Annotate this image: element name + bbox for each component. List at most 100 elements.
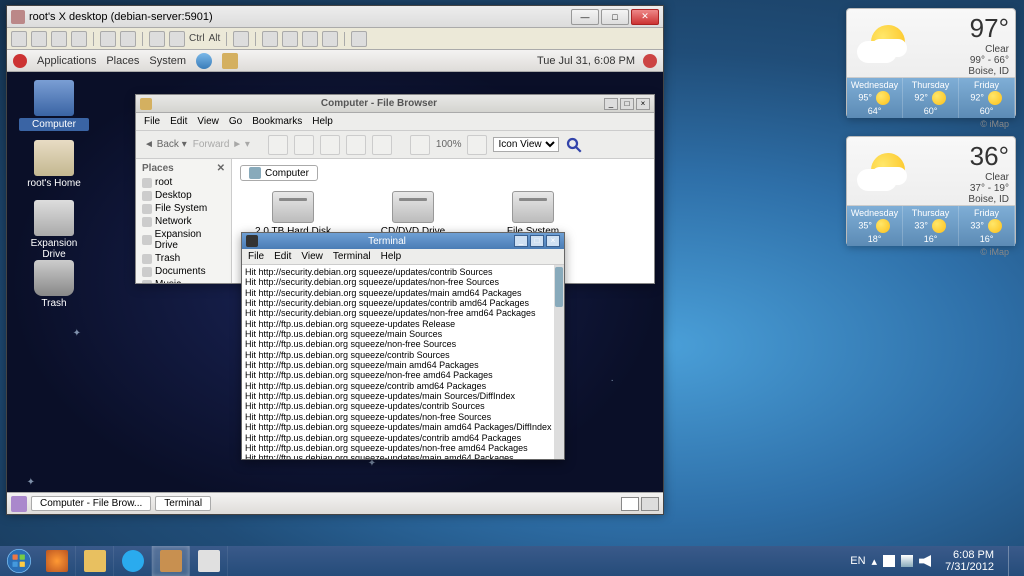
browser-icon[interactable]	[196, 53, 212, 69]
gnome-bottom-panel[interactable]: Computer - File Brow... Terminal	[7, 492, 663, 514]
terminal-titlebar[interactable]: Terminal _ □ ×	[242, 233, 564, 249]
menu-help[interactable]: Help	[381, 251, 402, 262]
home-icon[interactable]	[346, 135, 366, 155]
menu-view[interactable]: View	[197, 116, 219, 127]
maximize-button[interactable]: □	[601, 9, 629, 25]
sidebar-item[interactable]: root	[138, 176, 229, 189]
back-button[interactable]: ◄ Back ▾	[144, 139, 187, 150]
desktop-icon-home[interactable]: root's Home	[19, 140, 89, 189]
sidebar-item[interactable]: Network	[138, 215, 229, 228]
zoom-out-icon[interactable]	[410, 135, 430, 155]
forward-button[interactable]: Forward ► ▾	[193, 139, 250, 150]
sidebar-item[interactable]: Documents	[138, 265, 229, 278]
close-button[interactable]: ×	[636, 98, 650, 110]
vnc-tool-info[interactable]	[71, 31, 87, 47]
file-browser-sidebar[interactable]: Places✕ rootDesktopFile SystemNetworkExp…	[136, 159, 232, 283]
taskbar-item-filebrowser[interactable]: Computer - File Brow...	[31, 496, 151, 511]
workspace-1[interactable]	[621, 497, 639, 511]
fullscreen-icon[interactable]	[351, 31, 367, 47]
minimize-button[interactable]: _	[604, 98, 618, 110]
zoom-in-icon[interactable]	[467, 135, 487, 155]
menu-bookmarks[interactable]: Bookmarks	[252, 116, 302, 127]
menu-applications[interactable]: Applications	[37, 55, 96, 67]
windows-taskbar[interactable]: EN ▴ 6:08 PM 7/31/2012	[0, 546, 1024, 576]
minimize-button[interactable]: —	[571, 9, 599, 25]
menu-file[interactable]: File	[248, 251, 264, 262]
sidebar-item[interactable]: Expansion Drive	[138, 228, 229, 252]
search-icon[interactable]	[565, 136, 583, 154]
close-button[interactable]: ✕	[631, 9, 659, 25]
scrollbar[interactable]	[554, 265, 564, 459]
gnome-clock[interactable]: Tue Jul 31, 6:08 PM	[537, 55, 635, 67]
vnc-tool-options[interactable]	[51, 31, 67, 47]
tray-action-center-icon[interactable]	[883, 555, 895, 567]
file-browser-titlebar[interactable]: Computer - File Browser _ □ ×	[136, 95, 654, 113]
vnc-ctrl-label[interactable]: Ctrl	[189, 33, 205, 44]
menu-edit[interactable]: Edit	[274, 251, 291, 262]
weather-gadget-2[interactable]: 36° Clear 37° - 19° Boise, ID Wednesday3…	[846, 136, 1016, 246]
vnc-titlebar[interactable]: root's X desktop (debian-server:5901) — …	[7, 6, 663, 28]
vnc-tool-ftp[interactable]	[233, 31, 249, 47]
show-desktop-button[interactable]	[1008, 546, 1018, 576]
vnc-tool-new[interactable]	[11, 31, 27, 47]
menu-places[interactable]: Places	[106, 55, 139, 67]
taskbar-pinned-firefox[interactable]	[38, 546, 76, 576]
tray-lang[interactable]: EN	[850, 555, 865, 567]
sidebar-item[interactable]: Trash	[138, 252, 229, 265]
taskbar-running-vnc[interactable]	[152, 546, 190, 576]
zoom-in-icon[interactable]	[262, 31, 278, 47]
view-mode-select[interactable]: Icon View	[493, 137, 559, 152]
taskbar-pinned-paint[interactable]	[190, 546, 228, 576]
stop-icon[interactable]	[294, 135, 314, 155]
menu-system[interactable]: System	[149, 55, 186, 67]
zoom-actual-icon[interactable]	[322, 31, 338, 47]
vnc-tool-cad[interactable]	[149, 31, 165, 47]
reload-icon[interactable]	[320, 135, 340, 155]
tray-up-icon[interactable]: ▴	[872, 555, 878, 568]
maximize-button[interactable]: □	[530, 235, 544, 247]
vnc-tool-pause[interactable]	[100, 31, 116, 47]
vnc-tool-refresh[interactable]	[120, 31, 136, 47]
terminal-window[interactable]: Terminal _ □ × File Edit View Terminal H…	[241, 232, 565, 460]
maximize-button[interactable]: □	[620, 98, 634, 110]
menu-view[interactable]: View	[301, 251, 323, 262]
app-launcher-icon[interactable]	[222, 53, 238, 69]
sidebar-item[interactable]: Desktop	[138, 189, 229, 202]
menu-terminal[interactable]: Terminal	[333, 251, 371, 262]
terminal-output[interactable]: Hit http://security.debian.org squeeze/u…	[242, 265, 564, 459]
weather-gadget-1[interactable]: 97° Clear 99° - 66° Boise, ID Wednesday9…	[846, 8, 1016, 118]
location-button[interactable]: Computer	[240, 165, 318, 181]
vnc-tool-key[interactable]	[169, 31, 185, 47]
remote-desktop[interactable]: ✦✦·✦✦· Applications Places System Tue Ju…	[7, 50, 663, 514]
debian-icon[interactable]	[13, 54, 27, 68]
tray-network-icon[interactable]	[901, 555, 913, 567]
start-button[interactable]	[0, 546, 38, 576]
up-icon[interactable]	[268, 135, 288, 155]
zoom-out-icon[interactable]	[282, 31, 298, 47]
vnc-alt-label[interactable]: Alt	[209, 33, 221, 44]
tray-volume-icon[interactable]	[919, 555, 931, 567]
gnome-top-panel[interactable]: Applications Places System Tue Jul 31, 6…	[7, 50, 663, 72]
vnc-window[interactable]: root's X desktop (debian-server:5901) — …	[6, 5, 664, 515]
taskbar-clock[interactable]: 6:08 PM 7/31/2012	[937, 549, 1002, 573]
minimize-button[interactable]: _	[514, 235, 528, 247]
close-button[interactable]: ×	[546, 235, 560, 247]
workspace-2[interactable]	[641, 497, 659, 511]
menu-file[interactable]: File	[144, 116, 160, 127]
taskbar-pinned-mpc[interactable]	[76, 546, 114, 576]
shutdown-icon[interactable]	[643, 54, 657, 68]
computer-icon[interactable]	[372, 135, 392, 155]
menu-go[interactable]: Go	[229, 116, 242, 127]
desktop-icon-computer[interactable]: Computer	[19, 80, 89, 131]
sidebar-item[interactable]: Music	[138, 278, 229, 283]
show-desktop-icon[interactable]	[11, 496, 27, 512]
taskbar-pinned-skype[interactable]	[114, 546, 152, 576]
system-tray[interactable]: EN ▴ 6:08 PM 7/31/2012	[844, 546, 1024, 576]
menu-help[interactable]: Help	[312, 116, 333, 127]
menu-edit[interactable]: Edit	[170, 116, 187, 127]
desktop-icon-trash[interactable]: Trash	[19, 260, 89, 309]
zoom-fit-icon[interactable]	[302, 31, 318, 47]
sidebar-item[interactable]: File System	[138, 202, 229, 215]
taskbar-item-terminal[interactable]: Terminal	[155, 496, 211, 511]
sidebar-close-icon[interactable]: ✕	[217, 163, 225, 174]
